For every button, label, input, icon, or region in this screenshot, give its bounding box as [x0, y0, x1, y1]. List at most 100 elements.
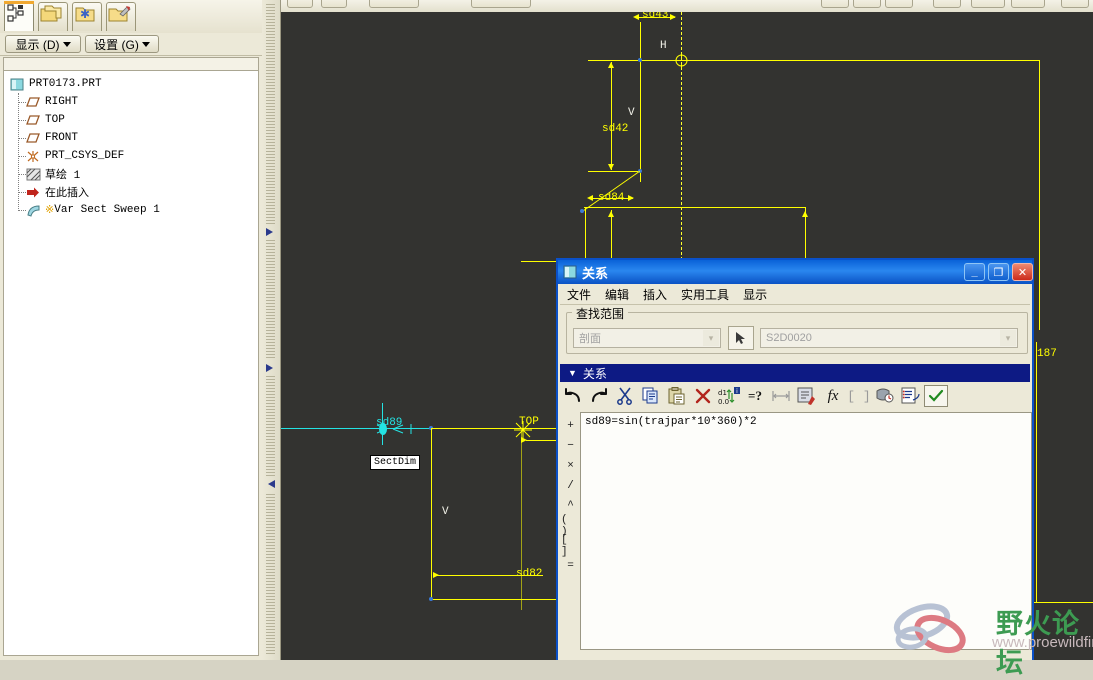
witness-line [1036, 342, 1037, 602]
toolbar-button[interactable] [1011, 0, 1045, 8]
relations-toolbar[interactable]: d1 0.0 i =? fx [ ] [560, 382, 1030, 410]
tab-accent-bar [4, 1, 34, 4]
function-button[interactable]: fx [820, 384, 846, 408]
selected-dimension-line [281, 428, 441, 429]
menu-item-insert[interactable]: 插入 [636, 286, 674, 303]
dimension-label-sd82[interactable]: sd82 [516, 568, 542, 580]
toolbar-button[interactable] [933, 0, 961, 8]
tree-item-coordinate-system[interactable]: PRT_CSYS_DEF [4, 147, 258, 165]
toolbar-button[interactable] [971, 0, 1005, 8]
redo-button[interactable] [586, 384, 612, 408]
delete-button[interactable] [690, 384, 716, 408]
csys-icon [26, 150, 41, 163]
settings-menu-button[interactable]: 设置 (G) [85, 35, 159, 53]
tree-item-sketch[interactable]: 草绘 1 [4, 165, 258, 183]
relations-section-header[interactable]: ▼ 关系 [560, 364, 1030, 382]
operator-plus[interactable]: + [561, 416, 580, 436]
minimize-button[interactable]: _ [964, 263, 985, 281]
sort-relations-button[interactable] [898, 384, 924, 408]
chevron-down-icon[interactable]: ▾ [703, 330, 719, 346]
tree-item-part[interactable]: PRT0173.PRT [4, 75, 258, 93]
tree-connector [18, 102, 26, 103]
paste-button[interactable] [664, 384, 690, 408]
toolbar-button[interactable] [821, 0, 849, 8]
scope-type-dropdown[interactable]: 剖面 ▾ [573, 328, 721, 348]
model-tree-tab[interactable] [4, 1, 34, 31]
toolbar-button[interactable] [471, 0, 531, 8]
relation-line[interactable]: sd89=sin(trajpar*10*360)*2 [585, 416, 1027, 428]
menu-item-display[interactable]: 显示 [736, 286, 774, 303]
operator-multiply[interactable]: × [561, 456, 580, 476]
sketch-vertex[interactable] [580, 209, 584, 213]
scope-object-dropdown[interactable]: S2D0020 ▾ [760, 328, 1018, 348]
sketch-vertex[interactable] [638, 58, 642, 62]
chevron-down-icon [62, 41, 71, 47]
switch-dim-button[interactable]: d1 0.0 i [716, 384, 742, 408]
menu-item-edit[interactable]: 编辑 [598, 286, 636, 303]
undo-button[interactable] [560, 384, 586, 408]
toolbar-button[interactable] [853, 0, 881, 8]
model-tree[interactable]: PRT0173.PRT RIGHT TOP FRONT PRT_CSYS_DEF… [3, 71, 259, 656]
close-button[interactable]: ✕ [1012, 263, 1033, 281]
menu-item-file[interactable]: 文件 [560, 286, 598, 303]
tree-item-label: PRT0173.PRT [29, 78, 102, 90]
fx-icon: fx [827, 387, 839, 404]
operator-palette[interactable]: + − × / ^ ( ) [ ] = [561, 412, 580, 660]
relations-dialog[interactable]: 关系 _ ❐ ✕ 文件 编辑 插入 实用工具 显示 查找范围 剖面 ▾ S2D0… [556, 258, 1034, 660]
tree-item-front-plane[interactable]: FRONT [4, 129, 258, 147]
sketch-vertex[interactable] [429, 597, 433, 601]
insert-dim-button[interactable] [768, 384, 794, 408]
toolbar-button[interactable] [369, 0, 419, 8]
operator-divide[interactable]: / [561, 476, 580, 496]
tree-item-right-plane[interactable]: RIGHT [4, 93, 258, 111]
scope-type-value: 剖面 [579, 333, 601, 345]
splitter-collapse-right-icon[interactable] [266, 228, 273, 236]
operator-parens[interactable]: ( ) [561, 514, 580, 538]
dialog-title-bar[interactable]: 关系 _ ❐ ✕ [558, 260, 1033, 284]
operator-brackets[interactable]: [ ] [561, 534, 580, 558]
plane-icon [26, 96, 41, 109]
dimension-label-sd42[interactable]: sd42 [602, 123, 628, 135]
history-button[interactable] [872, 384, 898, 408]
paste-icon [668, 387, 685, 405]
copy-icon [642, 387, 658, 404]
relations-text-editor[interactable]: sd89=sin(trajpar*10*360)*2 [580, 412, 1032, 650]
select-pick-button[interactable] [728, 326, 754, 350]
operator-power[interactable]: ^ [561, 496, 580, 516]
toolbar-button[interactable] [1061, 0, 1089, 8]
dimension-arrow-icon [670, 14, 676, 20]
toolbar-button[interactable] [321, 0, 347, 8]
chevron-down-icon[interactable]: ▼ [568, 368, 577, 378]
tree-item-var-sect-sweep[interactable]: ※ Var Sect Sweep 1 [4, 201, 258, 219]
show-menu-button[interactable]: 显示 (D) [5, 35, 81, 53]
favorites-tab[interactable]: ✱ [72, 2, 102, 31]
svg-text:d1: d1 [718, 389, 727, 397]
splitter-collapse-left-icon[interactable] [268, 480, 275, 488]
tree-item-insert-here[interactable]: 在此插入 [4, 183, 258, 201]
units-button[interactable]: [ ] [846, 384, 872, 408]
dimension-label-187[interactable]: 187 [1037, 348, 1057, 360]
local-params-button[interactable] [794, 384, 820, 408]
panel-splitter[interactable] [262, 0, 281, 660]
tools-tab[interactable] [106, 2, 136, 31]
toolbar-button[interactable] [885, 0, 913, 8]
splitter-collapse-right-icon[interactable] [266, 364, 273, 372]
toolbar-button[interactable] [287, 0, 313, 8]
folder-browser-tab[interactable] [38, 2, 68, 31]
menu-item-utilities[interactable]: 实用工具 [674, 286, 736, 303]
dimension-line [611, 62, 612, 170]
dimension-label-sd89[interactable]: sd89 [376, 417, 402, 429]
operator-minus[interactable]: − [561, 436, 580, 456]
verify-button[interactable]: =? [742, 384, 768, 408]
dialog-menu-bar[interactable]: 文件 编辑 插入 实用工具 显示 [560, 284, 1030, 305]
cut-button[interactable] [612, 384, 638, 408]
operator-equals[interactable]: = [561, 556, 580, 576]
tree-item-label: RIGHT [45, 96, 79, 108]
chevron-down-icon[interactable]: ▾ [1000, 330, 1016, 346]
tree-column-header [3, 57, 259, 71]
execute-button[interactable] [924, 385, 948, 407]
maximize-button[interactable]: ❐ [988, 263, 1009, 281]
dimension-label-sd43[interactable]: sd43 [642, 12, 668, 21]
copy-button[interactable] [638, 384, 664, 408]
tree-item-top-plane[interactable]: TOP [4, 111, 258, 129]
